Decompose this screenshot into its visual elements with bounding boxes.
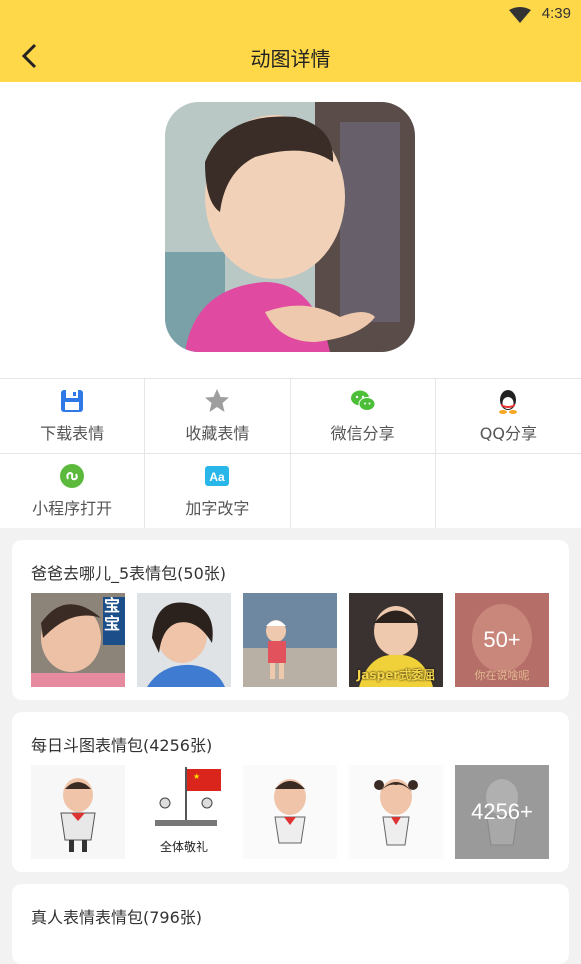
qq-icon: [499, 390, 518, 414]
mini-program-button[interactable]: 小程序打开: [0, 453, 146, 528]
save-icon: [61, 390, 84, 412]
pack-thumbnail[interactable]: [243, 765, 337, 859]
pack-thumbnail[interactable]: [349, 765, 443, 859]
add-text-button[interactable]: Aa 加字改字: [145, 453, 291, 528]
wechat-share-label: 微信分享: [330, 424, 395, 443]
more-count: 4256+: [471, 799, 533, 824]
pack-thumbnail[interactable]: [243, 593, 337, 687]
status-bar: 4:39: [0, 0, 581, 30]
pack-thumbnails: ★ 全体敬礼 4256+: [31, 765, 549, 859]
qq-share-button[interactable]: QQ分享: [435, 378, 581, 453]
pack-thumbnail[interactable]: ★ 全体敬礼: [137, 765, 231, 859]
gif-preview-section: [0, 82, 581, 378]
pack-card[interactable]: 爸爸去哪儿_5表情包(50张) 宝宝 Jasper式委屈 你在说啥呢 50+: [12, 540, 569, 700]
wechat-share-button[interactable]: 微信分享: [290, 378, 436, 453]
favorite-button[interactable]: 收藏表情: [145, 378, 291, 453]
download-label: 下载表情: [40, 424, 105, 443]
action-grid: 下载表情 收藏表情 微信分享 QQ分享 小程序打开 Aa 加字改字: [0, 378, 581, 528]
thumbnail-caption: 宝宝: [103, 596, 120, 633]
empty-cell: [290, 453, 436, 528]
mini-program-label: 小程序打开: [32, 499, 113, 518]
pack-more-thumbnail[interactable]: 4256+: [455, 765, 549, 859]
pack-thumbnail[interactable]: [137, 593, 231, 687]
add-text-label: 加字改字: [185, 499, 250, 518]
svg-text:★: ★: [193, 772, 200, 781]
pack-more-thumbnail[interactable]: 你在说啥呢 50+: [455, 593, 549, 687]
pack-thumbnail[interactable]: Jasper式委屈: [349, 593, 443, 687]
wifi-icon: [509, 7, 531, 23]
wechat-icon: [350, 390, 376, 411]
download-button[interactable]: 下载表情: [0, 378, 146, 453]
pack-thumbnails: 宝宝 Jasper式委屈 你在说啥呢 50+: [31, 593, 549, 687]
text-edit-icon: Aa: [205, 466, 230, 486]
pack-card[interactable]: 每日斗图表情包(4256张) ★ 全体敬礼 4256+: [12, 712, 569, 872]
page-title: 动图详情: [250, 47, 331, 71]
status-time: 4:39: [541, 5, 571, 22]
star-icon: [205, 389, 230, 412]
pack-card[interactable]: 真人表情表情包(796张): [12, 884, 569, 964]
qq-share-label: QQ分享: [479, 424, 537, 443]
mini-program-icon: [60, 464, 85, 488]
pack-title: 真人表情表情包(796张): [31, 908, 203, 927]
thumbnail-caption: 全体敬礼: [159, 840, 208, 854]
gif-preview-image[interactable]: [165, 102, 415, 352]
pack-title: 爸爸去哪儿_5表情包(50张): [31, 564, 227, 583]
svg-text:Aa: Aa: [210, 470, 226, 484]
app-header: 动图详情: [0, 30, 581, 82]
empty-cell: [435, 453, 581, 528]
pack-title: 每日斗图表情包(4256张): [31, 736, 213, 755]
more-count: 50+: [483, 627, 521, 652]
pack-thumbnail[interactable]: [31, 765, 125, 859]
favorite-label: 收藏表情: [185, 424, 250, 443]
thumbnail-caption: Jasper式委屈: [356, 668, 436, 682]
pack-thumbnail[interactable]: 宝宝: [31, 593, 125, 687]
